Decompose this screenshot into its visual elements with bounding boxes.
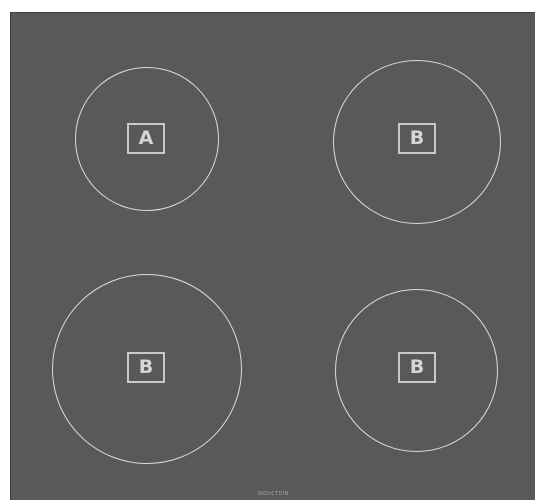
zone-label-top-right: B [398, 123, 436, 154]
zone-label-top-left: A [127, 123, 165, 154]
zone-label-bottom-right: B [398, 352, 436, 383]
brand-label: INDUCTION [257, 491, 289, 497]
induction-cooktop: A B B B INDUCTION [10, 12, 535, 500]
zone-label-bottom-left: B [127, 352, 165, 383]
